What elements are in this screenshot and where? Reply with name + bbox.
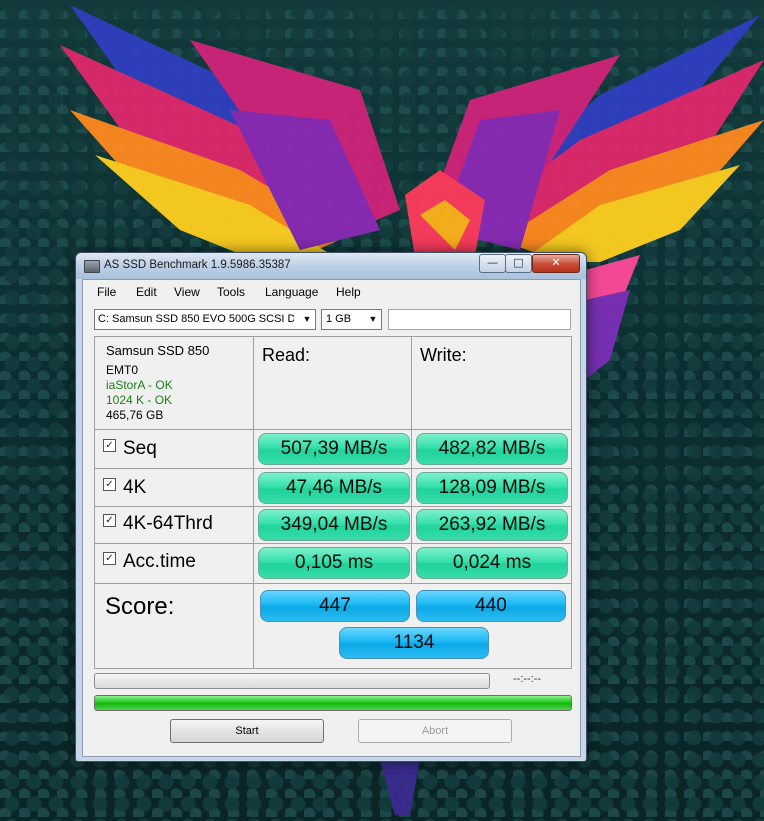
drive-firmware: EMT0 xyxy=(106,363,139,377)
test-row-4k[interactable]: ✓ 4K xyxy=(103,477,147,498)
read-header: Read: xyxy=(262,345,311,365)
maximize-button[interactable]: □ xyxy=(505,254,532,273)
window-title: AS SSD Benchmark 1.9.5986.35387 xyxy=(104,259,291,271)
menu-tools[interactable]: Tools xyxy=(217,285,245,299)
acc-read-result: 0,105 ms xyxy=(258,547,410,579)
write-score: 440 xyxy=(416,590,566,622)
checkbox-4k[interactable]: ✓ xyxy=(103,478,116,492)
checkbox-4k-64thrd[interactable]: ✓ xyxy=(103,514,116,528)
grid-divider xyxy=(95,543,571,544)
start-button[interactable]: Start xyxy=(170,719,324,743)
checkbox-seq[interactable]: ✓ xyxy=(103,439,116,453)
drive-dropdown-value: C: Samsun SSD 850 EVO 500G SCSI Dis xyxy=(98,313,294,325)
test-label: Seq xyxy=(123,438,157,459)
grid-divider xyxy=(411,337,412,583)
menu-edit[interactable]: Edit xyxy=(136,285,157,299)
abort-button[interactable]: Abort xyxy=(358,719,512,743)
acc-write-result: 0,024 ms xyxy=(416,547,568,579)
seq-read-result: 507,39 MB/s xyxy=(258,433,410,465)
4k-write-result: 128,09 MB/s xyxy=(416,472,568,504)
score-label: Score: xyxy=(105,593,175,620)
driver-status: iaStorA - OK xyxy=(106,378,173,392)
seq-write-result: 482,82 MB/s xyxy=(416,433,568,465)
test-label: 4K-64Thrd xyxy=(123,513,213,534)
grid-divider xyxy=(95,468,571,469)
test-label: 4K xyxy=(123,477,147,498)
drive-model: Samsun SSD 850 xyxy=(106,343,210,358)
results-grid: Samsun SSD 850 EMT0 iaStorA - OK 1024 K … xyxy=(94,336,572,669)
menu-help[interactable]: Help xyxy=(336,285,361,299)
grid-divider xyxy=(95,429,571,430)
grid-divider xyxy=(95,583,571,584)
test-row-4k-64thrd[interactable]: ✓ 4K-64Thrd xyxy=(103,513,213,534)
menu-bar: File Edit View Tools Language Help xyxy=(83,283,580,303)
overall-progress-fill xyxy=(95,696,571,710)
4k64-write-result: 263,92 MB/s xyxy=(416,509,568,541)
drive-info: Samsun SSD 850 EMT0 iaStorA - OK 1024 K … xyxy=(106,343,209,423)
menu-file[interactable]: File xyxy=(97,285,116,299)
chevron-down-icon: ▼ xyxy=(368,314,378,324)
read-score: 447 xyxy=(260,590,410,622)
4k64-read-result: 349,04 MB/s xyxy=(258,509,410,541)
4k-read-result: 47,46 MB/s xyxy=(258,472,410,504)
menu-view[interactable]: View xyxy=(174,285,200,299)
minimize-button[interactable]: — xyxy=(479,254,506,273)
close-button[interactable]: ✕ xyxy=(532,254,580,273)
test-label: Acc.time xyxy=(123,551,196,572)
client-area: File Edit View Tools Language Help C: Sa… xyxy=(82,279,581,757)
overall-progress-bar xyxy=(94,695,572,711)
alignment-status: 1024 K - OK xyxy=(106,393,173,407)
test-row-seq[interactable]: ✓ Seq xyxy=(103,438,157,459)
chevron-down-icon: ▼ xyxy=(302,314,312,324)
grid-divider xyxy=(95,506,571,507)
test-row-acc-time[interactable]: ✓ Acc.time xyxy=(103,551,196,572)
size-dropdown[interactable]: 1 GB ▼ xyxy=(321,309,382,330)
menu-language[interactable]: Language xyxy=(265,285,318,299)
elapsed-time: --:--:-- xyxy=(513,673,542,685)
as-ssd-window: AS SSD Benchmark 1.9.5986.35387 — □ ✕ Fi… xyxy=(75,252,587,762)
grid-divider xyxy=(253,337,254,668)
test-progress-bar xyxy=(94,673,490,689)
checkbox-acc-time[interactable]: ✓ xyxy=(103,552,116,566)
size-dropdown-value: 1 GB xyxy=(326,313,352,325)
total-score: 1134 xyxy=(339,627,489,659)
drive-icon xyxy=(84,260,100,273)
write-header: Write: xyxy=(420,345,467,365)
status-field xyxy=(388,309,571,330)
drive-dropdown[interactable]: C: Samsun SSD 850 EVO 500G SCSI Dis ▼ xyxy=(94,309,316,330)
drive-capacity: 465,76 GB xyxy=(106,408,164,422)
title-bar[interactable]: AS SSD Benchmark 1.9.5986.35387 — □ ✕ xyxy=(76,253,586,279)
